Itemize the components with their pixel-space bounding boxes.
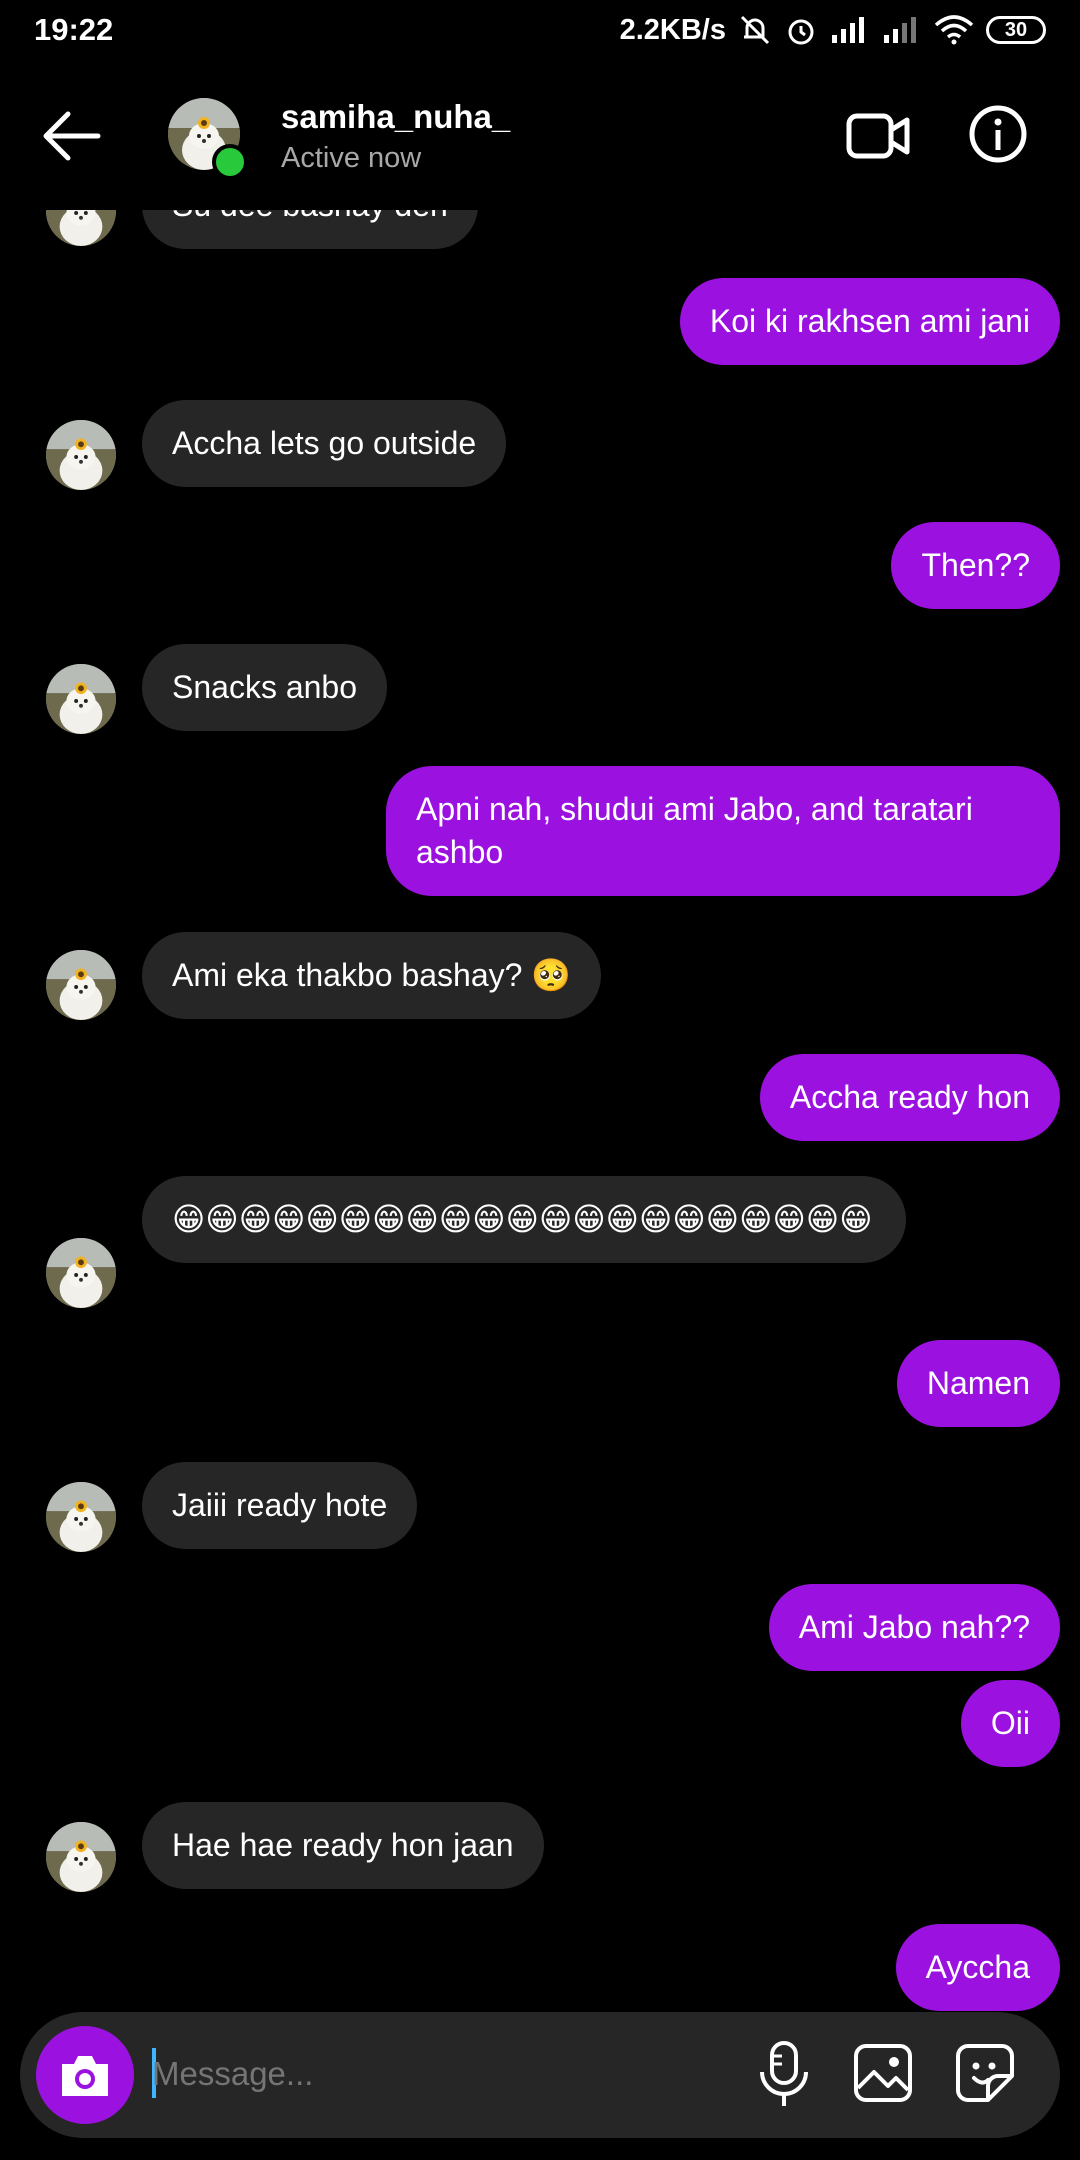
network-speed: 2.2KB/s bbox=[619, 13, 726, 46]
active-status: Active now bbox=[281, 142, 422, 174]
incoming-message[interactable]: Snacks anbo bbox=[142, 644, 388, 731]
signal-icon bbox=[832, 17, 864, 43]
status-icons: 2.2KB/s 30 bbox=[620, 10, 1046, 50]
sticker-icon[interactable] bbox=[954, 2042, 1016, 2104]
alarm-icon bbox=[788, 19, 814, 45]
microphone-icon[interactable] bbox=[756, 2040, 812, 2110]
incoming-message[interactable]: Accha lets go outside bbox=[142, 400, 507, 487]
camera-button[interactable] bbox=[36, 2026, 134, 2124]
outgoing-message[interactable]: Koi ki rakhsen ami jani bbox=[679, 278, 1060, 365]
message-input[interactable] bbox=[152, 2042, 712, 2106]
message-thread: Su dee bashay den Koi ki rakhsen ami jan… bbox=[0, 0, 1080, 2160]
video-call-icon[interactable] bbox=[846, 106, 910, 166]
contact-avatar[interactable] bbox=[46, 420, 116, 490]
outgoing-message[interactable]: Namen bbox=[896, 1340, 1060, 1427]
signal-icon-2 bbox=[884, 17, 916, 43]
chat-header: samiha_nuha_ Active now bbox=[0, 62, 1080, 210]
incoming-message[interactable]: Ami eka thakbo bashay? 🥺 bbox=[142, 932, 602, 1019]
contact-avatar[interactable] bbox=[46, 1482, 116, 1552]
incoming-message[interactable]: 😁😁😁😁😁😁😁😁😁😁😁😁😁😁😁😁😁😁😁😁😁 bbox=[142, 1176, 906, 1263]
gallery-icon[interactable] bbox=[852, 2042, 914, 2104]
status-bar: 19:22 2.2KB/s 30 bbox=[0, 0, 1080, 62]
contact-avatar[interactable] bbox=[46, 950, 116, 1020]
incoming-message[interactable]: Hae hae ready hon jaan bbox=[142, 1802, 544, 1889]
outgoing-message[interactable]: Accha ready hon bbox=[759, 1054, 1060, 1141]
outgoing-message[interactable]: Apni nah, shudui ami Jabo, and taratari … bbox=[386, 766, 1060, 896]
contact-avatar[interactable] bbox=[46, 1238, 116, 1308]
contact-avatar[interactable] bbox=[46, 1822, 116, 1892]
outgoing-message[interactable]: Oii bbox=[960, 1680, 1060, 1767]
wifi-icon bbox=[934, 15, 974, 45]
status-time: 19:22 bbox=[34, 12, 114, 47]
battery-icon: 30 bbox=[986, 16, 1046, 44]
message-composer bbox=[20, 2012, 1060, 2138]
camera-icon bbox=[62, 2056, 108, 2096]
contact-avatar[interactable] bbox=[46, 664, 116, 734]
outgoing-message[interactable]: Ami Jabo nah?? bbox=[768, 1584, 1060, 1671]
online-indicator bbox=[212, 144, 248, 180]
outgoing-message[interactable]: Then?? bbox=[891, 522, 1060, 609]
incoming-message[interactable]: Jaiii ready hote bbox=[142, 1462, 418, 1549]
back-arrow-icon[interactable] bbox=[38, 108, 104, 164]
battery-level: 30 bbox=[1004, 18, 1028, 41]
mute-icon bbox=[740, 15, 770, 45]
outgoing-message[interactable]: Ayccha bbox=[895, 1924, 1060, 2011]
info-icon[interactable] bbox=[968, 104, 1028, 164]
contact-username[interactable]: samiha_nuha_ bbox=[281, 98, 510, 136]
